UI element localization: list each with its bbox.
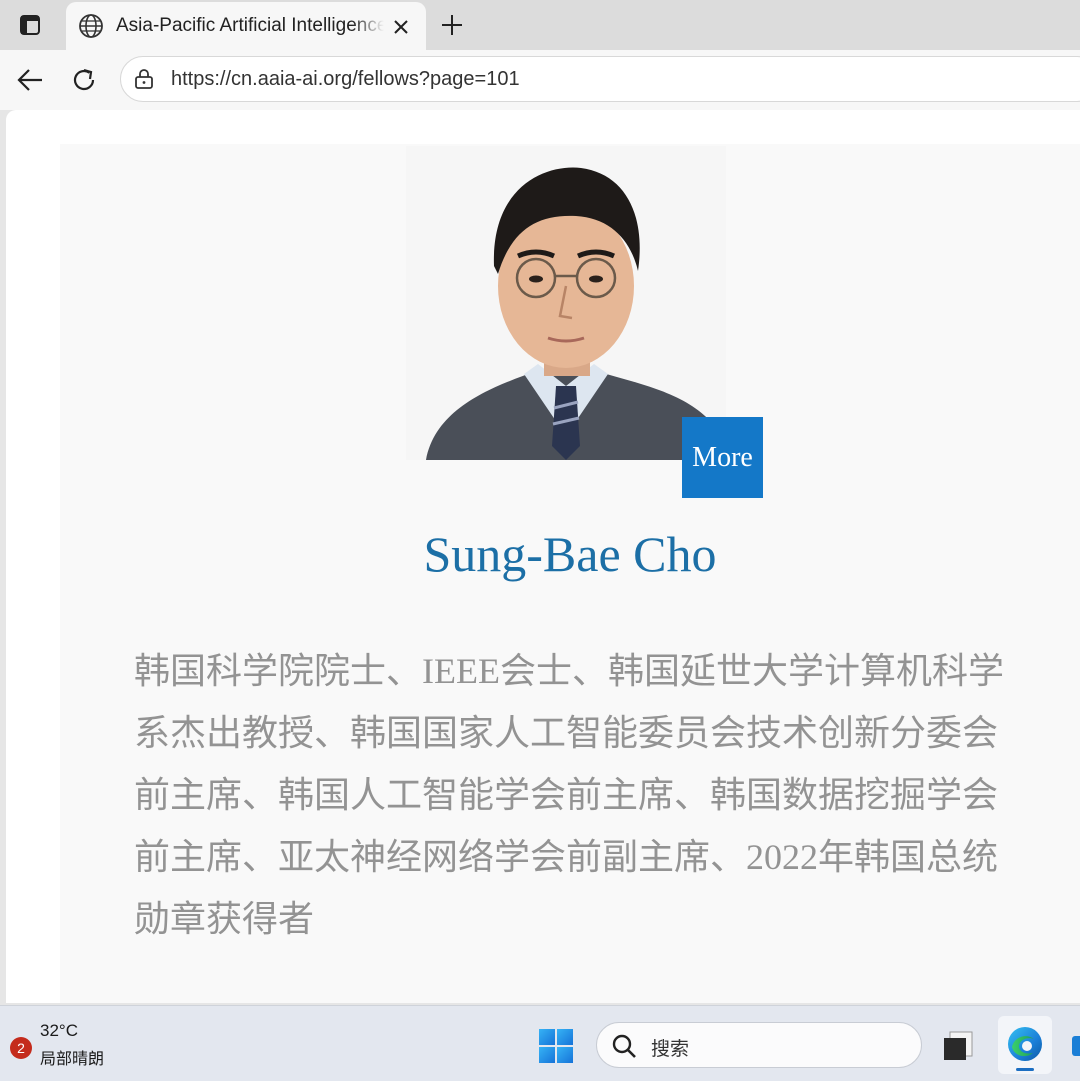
- edge-taskbar-button[interactable]: [998, 1016, 1052, 1074]
- fellow-bio: 韩国科学院院士、IEEE会士、韩国延世大学计算机科学系杰出教授、韩国国家人工智能…: [134, 651, 1004, 939]
- tab-strip: Asia-Pacific Artificial Intelligence Ass…: [0, 0, 1080, 50]
- plus-icon: [442, 15, 462, 35]
- weather-condition: 局部晴朗: [40, 1049, 105, 1068]
- tab-actions-icon: [20, 15, 40, 35]
- fellow-portrait: [406, 146, 726, 460]
- refresh-button[interactable]: [66, 63, 102, 97]
- windows-taskbar: 2 32°C 局部晴朗 搜索: [0, 1005, 1080, 1081]
- tab-title: Asia-Pacific Artificial Intelligence Ass…: [116, 15, 384, 36]
- person-portrait-image: [406, 146, 726, 460]
- search-placeholder: 搜索: [651, 1038, 690, 1060]
- close-icon: [394, 20, 408, 34]
- taskbar-search[interactable]: 搜索: [596, 1022, 922, 1068]
- search-icon: [612, 1034, 636, 1058]
- back-button[interactable]: [12, 63, 48, 97]
- arrow-left-icon: [17, 69, 42, 91]
- active-app-indicator: [1016, 1068, 1034, 1071]
- globe-icon: [79, 14, 103, 38]
- app-icon: [1072, 1036, 1080, 1056]
- fellow-card: More Sung-Bae Cho 韩国科学院院士、IEEE会士、韩国延世大学计…: [60, 144, 1080, 1003]
- fellow-name[interactable]: Sung-Bae Cho: [60, 524, 1080, 584]
- refresh-icon: [73, 68, 95, 91]
- windows-start-icon[interactable]: [538, 1028, 574, 1064]
- new-tab-button[interactable]: [436, 10, 468, 40]
- taskbar-app-icon[interactable]: [1066, 1028, 1080, 1064]
- weather-alert-badge: 2: [10, 1037, 32, 1059]
- task-view-icon[interactable]: [940, 1028, 976, 1064]
- browser-toolbar: https://cn.aaia-ai.org/fellows?page=101: [0, 50, 1080, 110]
- tab-close-button[interactable]: [388, 14, 414, 40]
- address-bar[interactable]: https://cn.aaia-ai.org/fellows?page=101: [120, 56, 1080, 102]
- lock-icon[interactable]: [133, 68, 155, 90]
- weather-temperature: 32°C: [40, 1021, 78, 1040]
- url-text[interactable]: https://cn.aaia-ai.org/fellows?page=101: [171, 67, 520, 91]
- page-viewport: More Sung-Bae Cho 韩国科学院院士、IEEE会士、韩国延世大学计…: [6, 110, 1080, 1003]
- edge-icon: [1008, 1027, 1042, 1061]
- tab-actions-button[interactable]: [14, 11, 46, 39]
- browser-tab[interactable]: Asia-Pacific Artificial Intelligence Ass…: [66, 2, 426, 50]
- more-button[interactable]: More: [682, 417, 763, 498]
